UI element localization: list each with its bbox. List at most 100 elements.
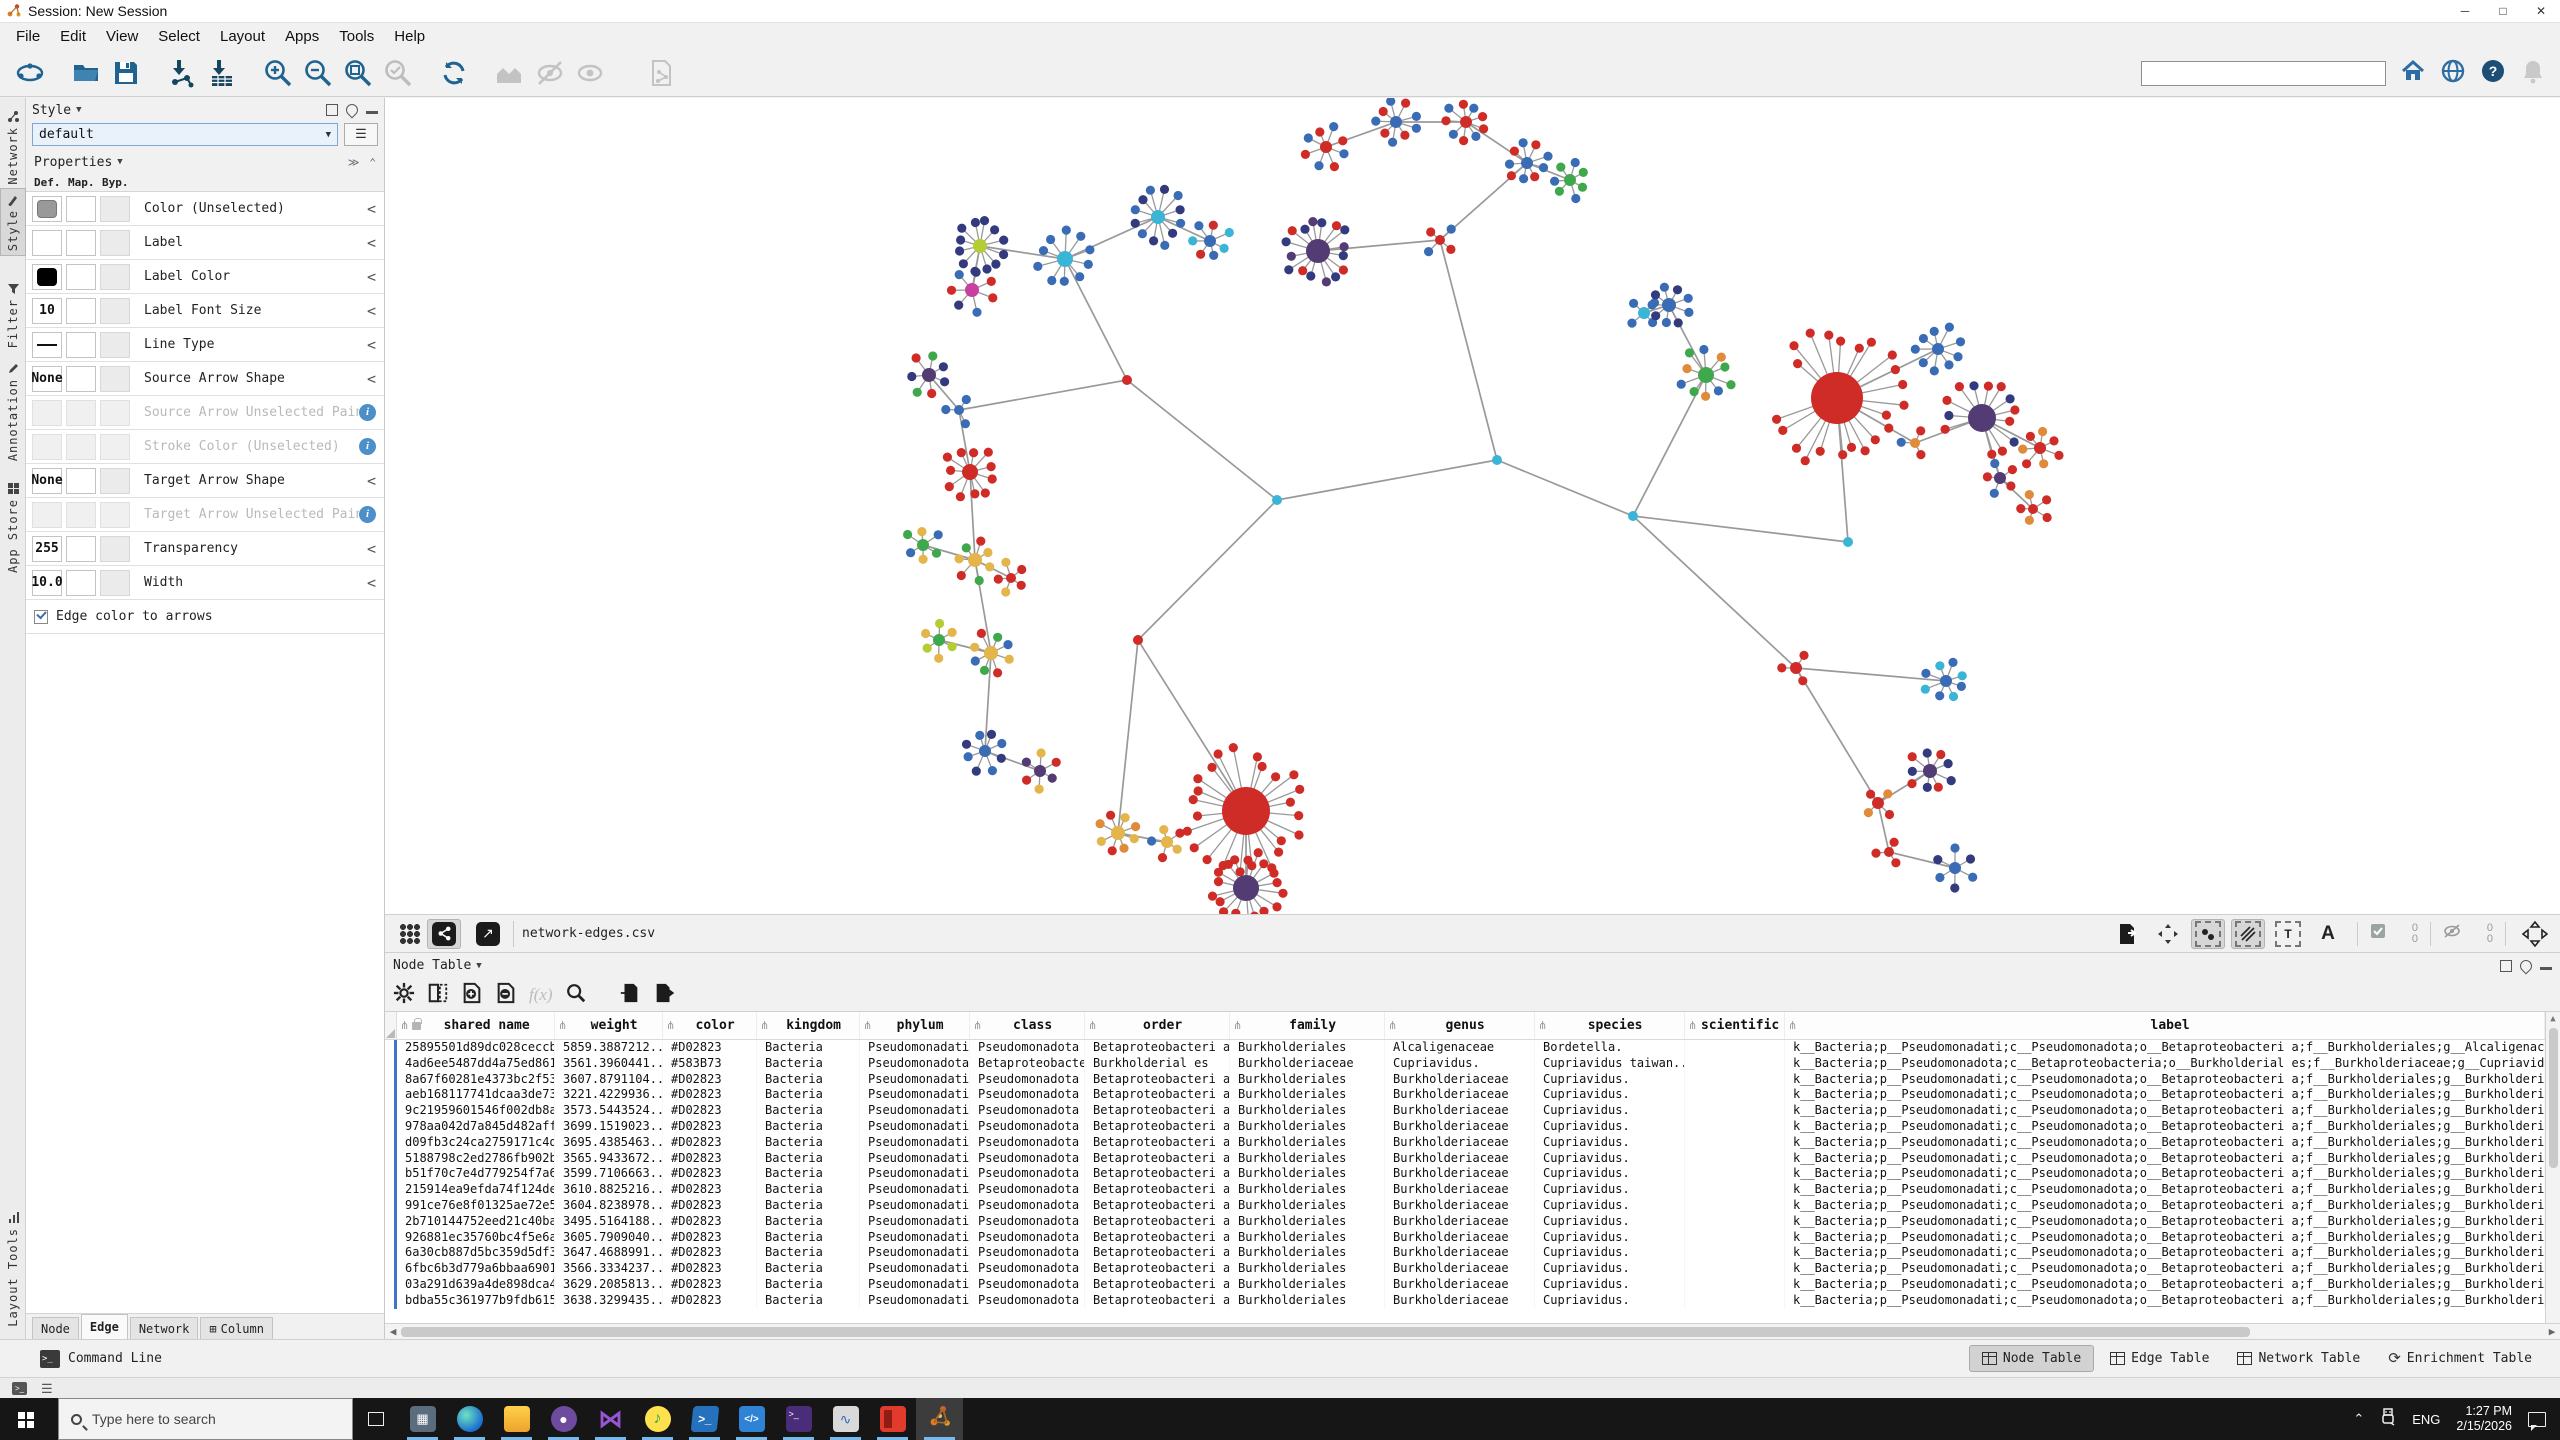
table-cell[interactable]: Betaproteobacteri a [1085,1118,1230,1135]
style-tab-network[interactable]: Network [129,1317,199,1339]
table-row[interactable]: b51f70c7e4d779254f7a64...3599.7106663...… [385,1166,2545,1183]
table-cell[interactable]: Pseudomonadati [860,1261,970,1277]
property-row-width[interactable]: 10.0 Width < [26,566,384,600]
help-icon[interactable]: ? [2480,58,2506,89]
table-cell[interactable]: Bordetella. [1535,1040,1685,1056]
clock[interactable]: 1:27 PM 2/15/2026 [2456,1404,2512,1434]
table-cell[interactable]: 6fbc6b3d779a6bbaa6901... [397,1261,555,1277]
table-cell[interactable]: k__Bacteria;p__Pseudomonadati;c__Pseudom… [1785,1166,2545,1183]
chevron-left-icon[interactable]: < [367,336,376,354]
table-row[interactable]: bdba55c361977b9fdb615...3638.3299435...#… [385,1292,2545,1309]
table-cell[interactable]: #D02823 [663,1182,757,1198]
style-tab-column[interactable]: ⊞ Column [200,1317,273,1339]
table-cell[interactable]: 3604.8238978... [555,1197,663,1214]
column-header-class[interactable]: ⋔ class [970,1012,1085,1039]
bypass-cell[interactable] [100,399,130,426]
table-cell[interactable]: Pseudomonadota [970,1118,1085,1135]
table-cell[interactable]: Burkholderiales [1230,1276,1385,1293]
table-cell[interactable]: Bacteria [757,1276,860,1293]
minimize-table-panel-icon[interactable] [2540,962,2552,970]
table-title-caret-icon[interactable]: ▼ [476,961,481,971]
table-cell[interactable]: Burkholderiales [1230,1292,1385,1309]
table-cell[interactable]: Pseudomonadati [860,1118,970,1135]
table-cell[interactable]: #D02823 [663,1245,757,1262]
table-cell[interactable]: Burkholderiales [1230,1150,1385,1167]
table-cell[interactable]: k__Bacteria;p__Pseudomonadati;c__Pseudom… [1785,1197,2545,1214]
mapping-cell[interactable] [66,365,96,392]
table-cell[interactable]: #D02823 [663,1166,757,1183]
table-cell[interactable] [1685,1103,1785,1119]
row-gutter[interactable] [385,1213,397,1230]
chevron-left-icon[interactable]: < [367,234,376,252]
network-canvas[interactable] [385,98,2560,914]
table-row[interactable]: 6a30cb887d5bc359d5df3...3647.4688991...#… [385,1245,2545,1262]
default-value-cell[interactable] [32,195,62,222]
table-cell[interactable]: Bacteria [757,1245,860,1262]
bypass-cell[interactable] [100,569,130,596]
table-cell[interactable]: Bacteria [757,1182,860,1198]
table-row[interactable]: 926881ec35760bc4f5e6a...3605.7909040...#… [385,1229,2545,1246]
table-cell[interactable]: Bacteria [757,1213,860,1230]
property-row-stroke-color-unselected-[interactable]: Stroke Color (Unselected) i [26,430,384,464]
table-cell[interactable] [1685,1055,1785,1072]
node-table-grid[interactable]: ⋔ shared name ⋔ weight ⋔ color ⋔ kingdom ⋔ phylum… [385,1012,2545,1323]
table-cell[interactable]: d09fb3c24ca2759171c4d... [397,1134,555,1151]
select-all-corner[interactable] [385,1012,397,1039]
menu-tools[interactable]: Tools [329,25,384,48]
row-gutter[interactable] [385,1182,397,1198]
menu-view[interactable]: View [96,25,148,48]
table-cell[interactable]: 3629.2085813... [555,1276,663,1293]
taskbar-app-system-monitor[interactable]: ∿ [822,1398,869,1440]
table-cell[interactable]: #583B73 [663,1055,757,1072]
table-cell[interactable]: k__Bacteria;p__Pseudomonadati;c__Pseudom… [1785,1087,2545,1104]
table-cell[interactable]: Cupriavidus. [1385,1055,1535,1072]
bypass-cell[interactable] [100,331,130,358]
table-cell[interactable]: Bacteria [757,1229,860,1246]
chevron-left-icon[interactable]: < [367,268,376,286]
maximize-button[interactable]: □ [2484,0,2522,22]
table-cell[interactable]: Cupriavidus. [1535,1150,1685,1167]
table-row[interactable]: 991ce76e8f01325ae72e5...3604.8238978...#… [385,1197,2545,1214]
row-gutter[interactable] [385,1261,397,1277]
mapping-cell[interactable] [66,433,96,460]
expand-chevron-wrap[interactable]: < [367,268,384,286]
menu-help[interactable]: Help [384,25,435,48]
table-cell[interactable]: Pseudomonadota [970,1197,1085,1214]
table-cell[interactable]: Pseudomonadota [970,1071,1085,1088]
birdseye-navigate-button[interactable] [2518,919,2552,949]
table-cell[interactable]: 3221.4229936... [555,1087,663,1104]
table-cell[interactable]: Bacteria [757,1197,860,1214]
table-cell[interactable]: Betaproteobacteri a [1085,1040,1230,1056]
table-row[interactable]: d09fb3c24ca2759171c4d...3695.4385463...#… [385,1134,2545,1151]
menu-select[interactable]: Select [148,25,210,48]
float-table-panel-icon[interactable] [2500,959,2512,972]
default-value-cell[interactable] [32,331,62,358]
taskbar-app-file-explorer[interactable] [493,1398,540,1440]
table-cell[interactable]: k__Bacteria;p__Pseudomonadati;c__Pseudom… [1785,1245,2545,1262]
table-cell[interactable]: Cupriavidus. [1535,1229,1685,1246]
table-cell[interactable]: aeb168117741dcaa3de73... [397,1087,555,1104]
vscroll-thumb[interactable] [2548,1028,2558,1168]
table-cell[interactable]: k__Bacteria;p__Pseudomonadati;c__Pseudom… [1785,1182,2545,1198]
table-cell[interactable]: Cupriavidus. [1535,1197,1685,1214]
table-cell[interactable]: Betaproteobacteri a [1085,1134,1230,1151]
table-cell[interactable]: Betaproteobacteri a [1085,1213,1230,1230]
table-cell[interactable]: Betaproteobacteri a [1085,1182,1230,1198]
table-cell[interactable]: Cupriavidus. [1535,1118,1685,1135]
table-cell[interactable]: Bacteria [757,1040,860,1056]
scroll-right-icon[interactable]: ▶ [2544,1325,2560,1338]
minimize-panel-icon[interactable] [366,106,378,114]
table-cell[interactable]: 3561.3960441... [555,1055,663,1072]
table-cell[interactable]: Bacteria [757,1118,860,1135]
row-gutter[interactable] [385,1055,397,1072]
default-value-cell[interactable]: 255 [32,535,62,562]
table-cell[interactable]: Bacteria [757,1071,860,1088]
table-cell[interactable]: 6a30cb887d5bc359d5df3... [397,1245,555,1262]
zoom-in-button[interactable] [258,54,298,92]
taskbar-app-edge[interactable] [446,1398,493,1440]
table-cell[interactable]: 25895501d89dc028ceccb... [397,1040,555,1056]
table-cell[interactable]: Burkholderiaceae [1385,1182,1535,1198]
table-cell[interactable]: Betaproteobacteri a [1085,1261,1230,1277]
command-line-label[interactable]: Command Line [68,1351,162,1366]
expand-chevron-wrap[interactable]: < [367,234,384,252]
